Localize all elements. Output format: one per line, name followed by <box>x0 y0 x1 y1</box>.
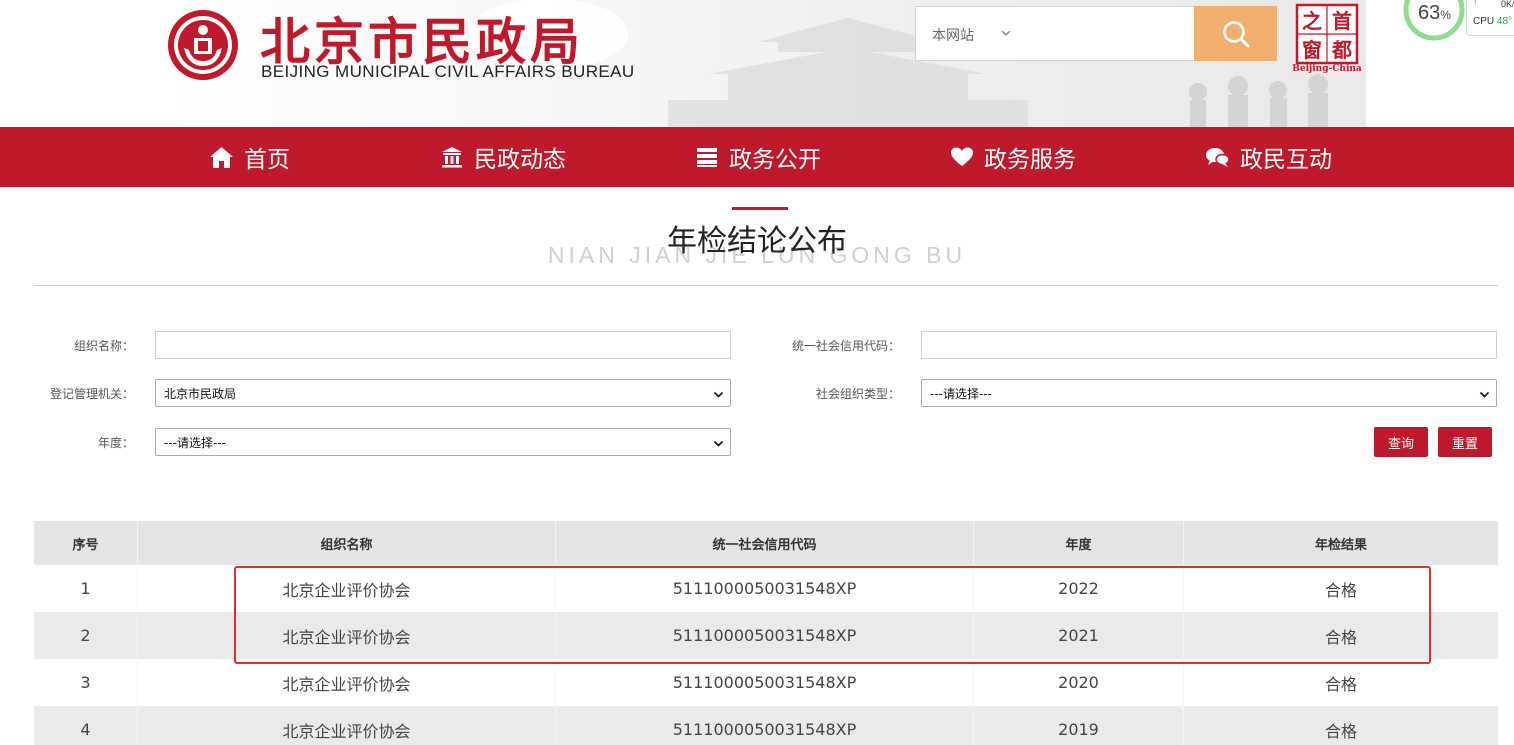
chevron-down-icon[interactable] <box>1000 27 1012 39</box>
heart-icon <box>951 147 973 166</box>
result-cell: 合格 <box>1324 580 1357 600</box>
cpu-percent-value: 63 <box>1418 2 1441 24</box>
page-title: 年检结论公布 <box>667 224 847 259</box>
table-header-row: 序号 组织名称 统一社会信用代码 年度 年检结果 <box>34 521 1498 565</box>
org-name-cell: 北京企业评价协会 <box>138 706 556 745</box>
nav-item-label: 首页 <box>244 147 290 173</box>
home-icon <box>210 146 233 168</box>
credit-code-cell: 5111000050031548XP <box>556 659 974 706</box>
org-name-cell: 北京企业评价协会 <box>138 612 556 659</box>
credit-code-label: 统一社会信用代码： <box>791 339 900 353</box>
year-cell: 2019 <box>974 706 1184 745</box>
row-index: 2 <box>34 612 138 659</box>
year-label: 年度： <box>97 436 134 450</box>
badge-char-chuang: 窗 <box>1302 38 1322 62</box>
main-nav: 首页 民政动态 政务公开 政务服务 政民互动 <box>0 127 1514 187</box>
authority-select-value: 北京市民政局 <box>164 386 237 401</box>
badge-char-shou: 首 <box>1332 9 1352 33</box>
table-row[interactable]: 3 北京企业评价协会 5111000050031548XP 2020 合格 <box>34 659 1498 706</box>
search-scope-dropdown[interactable]: 本网站 <box>932 25 974 45</box>
system-monitor-widget[interactable]: 63% ↑ 0K/ CPU 48° <box>1402 0 1514 44</box>
result-cell: 合格 <box>1324 674 1357 694</box>
site-search: 本网站 <box>915 6 1277 61</box>
credit-code-cell: 5111000050031548XP <box>556 706 974 745</box>
nav-item-gov-affairs[interactable]: 政务公开 <box>695 127 821 187</box>
org-type-select-value: ---请选择--- <box>930 386 992 401</box>
column-header: 年检结果 <box>1314 537 1367 553</box>
year-cell: 2020 <box>974 659 1184 706</box>
column-header: 统一社会信用代码 <box>556 521 974 565</box>
search-icon <box>1222 20 1249 47</box>
badge-char-zhi: 之 <box>1302 9 1322 33</box>
org-type-label: 社会组织类型： <box>815 387 900 401</box>
column-header: 序号 <box>34 521 138 565</box>
table-row[interactable]: 4 北京企业评价协会 5111000050031548XP 2019 合格 <box>34 706 1498 745</box>
authority-select[interactable]: 北京市民政局 <box>155 379 731 407</box>
list-icon <box>697 148 717 167</box>
title-accent-bar <box>732 207 788 210</box>
upload-arrow-icon: ↑ <box>1473 0 1478 7</box>
net-speed: 0K/ <box>1501 0 1514 9</box>
table-row[interactable]: 2 北京企业评价协会 5111000050031548XP 2021 合格 <box>34 612 1498 659</box>
table-row[interactable]: 1 北京企业评价协会 5111000050031548XP 2022 合格 <box>34 565 1498 612</box>
org-type-select[interactable]: ---请选择--- <box>921 379 1497 407</box>
credit-code-cell: 5111000050031548XP <box>556 612 974 659</box>
cpu-stats-panel: ↑ 0K/ CPU 48° <box>1466 0 1514 36</box>
badge-char-du: 都 <box>1331 38 1352 62</box>
chevron-down-icon <box>713 391 724 398</box>
nav-item-label: 政民互动 <box>1240 147 1332 173</box>
row-index: 3 <box>34 659 138 706</box>
building-icon <box>442 147 462 168</box>
result-cell: 合格 <box>1324 627 1357 647</box>
chevron-down-icon <box>713 440 724 447</box>
row-index: 4 <box>34 706 138 745</box>
cpu-percent-sign: % <box>1440 8 1451 22</box>
nav-item-services[interactable]: 政务服务 <box>950 127 1076 187</box>
org-name-label: 组织名称： <box>73 339 134 353</box>
cpu-percent: 63% <box>1418 2 1451 25</box>
nav-item-label: 政务公开 <box>729 147 821 173</box>
chevron-down-icon <box>1479 391 1490 398</box>
year-select[interactable]: ---请选择--- <box>155 428 731 456</box>
search-input[interactable] <box>1026 15 1186 53</box>
nav-item-news[interactable]: 民政动态 <box>440 127 566 187</box>
org-name-cell: 北京企业评价协会 <box>138 565 556 612</box>
cpu-temp: 48° <box>1496 16 1513 27</box>
cpu-label: CPU <box>1473 16 1495 27</box>
reset-button[interactable]: 重置 <box>1438 427 1492 457</box>
year-cell: 2021 <box>974 612 1184 659</box>
column-header: 组织名称 <box>138 521 556 565</box>
site-header: 北京市民政局 BEIJING MUNICIPAL CIVIL AFFAIRS B… <box>0 0 1514 127</box>
org-name-cell: 北京企业评价协会 <box>138 659 556 706</box>
chat-icon <box>1206 148 1230 167</box>
credit-code-input[interactable] <box>921 331 1497 359</box>
authority-label: 登记管理机关： <box>49 387 134 401</box>
search-button[interactable] <box>1194 6 1277 61</box>
year-select-value: ---请选择--- <box>164 435 226 450</box>
nav-item-label: 政务服务 <box>984 147 1076 173</box>
nav-item-interaction[interactable]: 政民互动 <box>1205 127 1332 187</box>
column-header: 年度 <box>974 521 1184 565</box>
site-title-en: BEIJING MUNICIPAL CIVIL AFFAIRS BUREAU <box>261 62 635 81</box>
bureau-emblem-logo <box>168 10 238 80</box>
result-cell: 合格 <box>1324 721 1357 741</box>
row-index: 1 <box>34 565 138 612</box>
org-name-input[interactable] <box>155 331 731 359</box>
query-button[interactable]: 查询 <box>1374 427 1428 457</box>
title-divider <box>34 285 1498 286</box>
credit-code-cell: 5111000050031548XP <box>556 565 974 612</box>
nav-item-home[interactable]: 首页 <box>209 127 290 187</box>
results-table: 序号 组织名称 统一社会信用代码 年度 年检结果 1 北京企业评价协会 5111… <box>34 521 1498 745</box>
capital-badge-caption: Beijing-China <box>1292 64 1362 74</box>
nav-item-label: 民政动态 <box>474 147 566 173</box>
cpu-temp-row: CPU 48° <box>1473 16 1512 27</box>
year-cell: 2022 <box>974 565 1184 612</box>
